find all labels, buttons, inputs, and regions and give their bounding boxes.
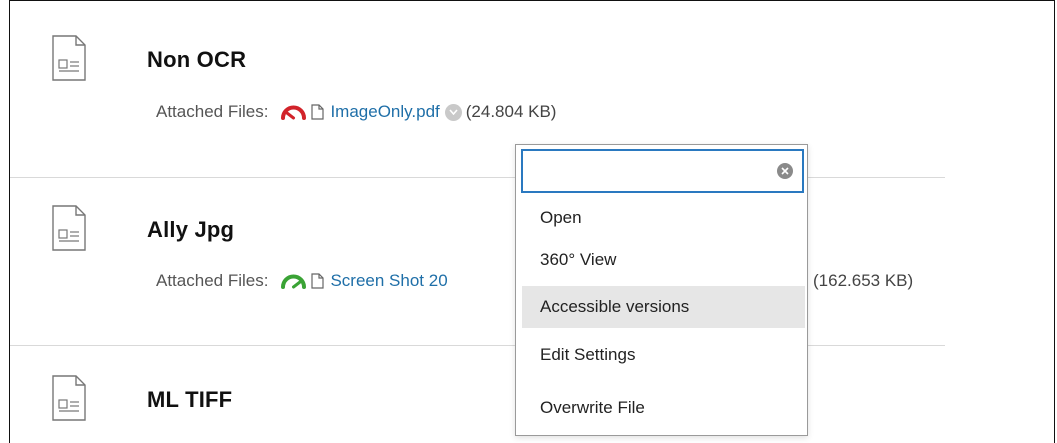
attached-files-label: Attached Files:: [156, 102, 269, 121]
clear-icon[interactable]: [777, 163, 793, 179]
file-link[interactable]: Screen Shot 20: [330, 271, 447, 291]
attached-files-label: Attached Files:: [156, 271, 269, 290]
file-size: (24.804 KB): [465, 102, 557, 121]
file-size-row: (162.653 KB): [813, 271, 913, 291]
item-title[interactable]: Ally Jpg: [147, 217, 234, 243]
menu-item-accessible-versions[interactable]: Accessible versions: [522, 286, 805, 328]
attached-files-row: Attached Files: Screen Shot 20: [156, 271, 448, 291]
content-frame: Non OCR Attached Files: ImageOnly.pdf (2…: [9, 0, 1055, 443]
menu-item-overwrite-file[interactable]: Overwrite File: [522, 387, 805, 429]
item-title[interactable]: ML TIFF: [147, 387, 232, 413]
file-size: (162.653 KB): [813, 271, 914, 290]
file-link[interactable]: ImageOnly.pdf: [330, 102, 439, 122]
file-options-menu: Open 360° View Accessible versions Edit …: [515, 144, 808, 436]
document-icon: [52, 375, 86, 421]
menu-search-box: [521, 149, 804, 193]
menu-item-open[interactable]: Open: [522, 197, 805, 239]
menu-item-360-view[interactable]: 360° View: [522, 239, 805, 281]
document-icon: [52, 35, 86, 81]
menu-search-input[interactable]: [529, 153, 773, 191]
file-icon: [311, 104, 325, 120]
item-title[interactable]: Non OCR: [147, 47, 246, 73]
menu-item-edit-settings[interactable]: Edit Settings: [522, 334, 805, 376]
document-icon: [52, 205, 86, 251]
chevron-down-icon[interactable]: [444, 103, 462, 121]
accessibility-gauge-low-icon[interactable]: [280, 104, 307, 120]
accessibility-gauge-high-icon[interactable]: [280, 273, 307, 289]
file-icon: [311, 273, 325, 289]
attached-files-row: Attached Files: ImageOnly.pdf (24.804 KB…: [156, 102, 556, 122]
